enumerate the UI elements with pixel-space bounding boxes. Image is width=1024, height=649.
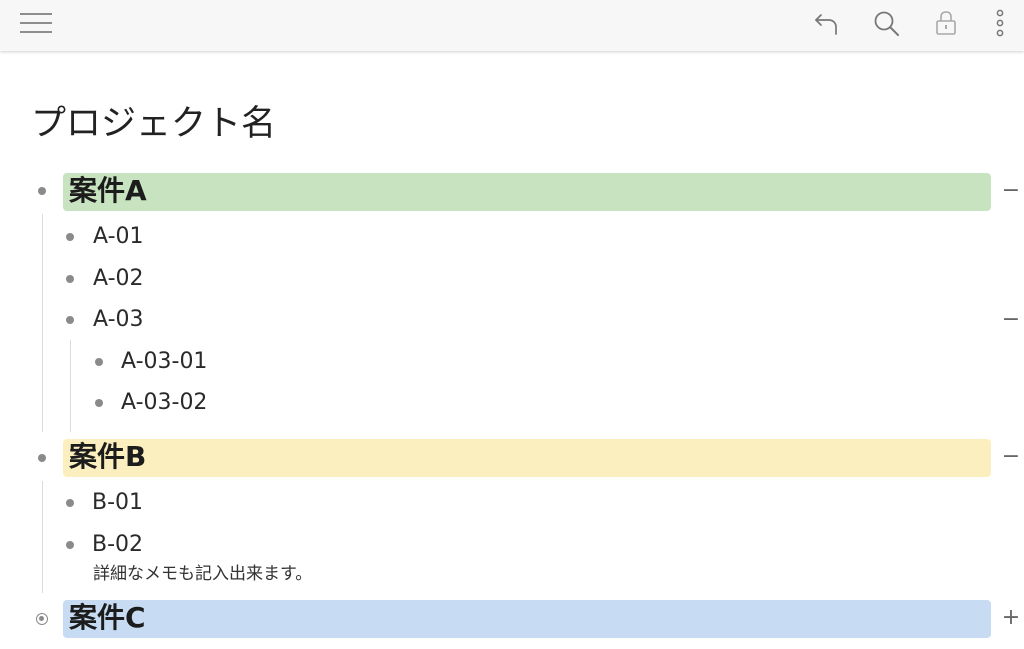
highlight-case-c	[63, 600, 991, 638]
outline-item-b-01[interactable]: B-01	[92, 489, 143, 517]
page-title[interactable]: プロジェクト名	[31, 102, 276, 146]
lock-icon[interactable]	[928, 0, 964, 46]
outline-heading-case-c[interactable]: 案件C	[69, 599, 146, 637]
vertical-dots-icon[interactable]	[986, 0, 1014, 46]
indent-guide-a	[42, 214, 43, 432]
undo-arrow-icon[interactable]	[808, 0, 844, 46]
bullet-case-a[interactable]	[38, 187, 46, 195]
bullet-a-02[interactable]	[66, 275, 74, 283]
search-icon[interactable]	[868, 0, 904, 46]
outline-heading-case-b[interactable]: 案件B	[69, 438, 146, 476]
bullet-a-03-01[interactable]	[95, 358, 103, 366]
collapse-toggle-case-b[interactable]: −	[1000, 446, 1022, 468]
bullet-b-02[interactable]	[66, 541, 74, 549]
expand-toggle-case-c[interactable]: +	[1000, 607, 1022, 629]
collapsed-bullet-case-c[interactable]	[36, 613, 48, 625]
bullet-case-b[interactable]	[38, 454, 46, 462]
outline-item-b-02[interactable]: B-02	[92, 531, 143, 559]
collapse-toggle-case-a[interactable]: −	[1000, 180, 1022, 202]
indent-guide-b	[42, 481, 43, 593]
outline-note-b-02[interactable]: 詳細なメモも記入出来ます。	[93, 563, 312, 585]
top-toolbar	[0, 0, 1024, 51]
highlight-case-a	[63, 173, 991, 211]
outline-item-a-01[interactable]: A-01	[93, 223, 144, 251]
bullet-b-01[interactable]	[66, 499, 74, 507]
bullet-a-03-02[interactable]	[95, 399, 103, 407]
outline-heading-case-a[interactable]: 案件A	[69, 172, 147, 210]
collapse-toggle-a-03[interactable]: −	[1000, 309, 1022, 331]
indent-guide-a03	[70, 340, 71, 432]
hamburger-menu-icon[interactable]	[14, 0, 58, 46]
outline-item-a-02[interactable]: A-02	[93, 265, 144, 293]
outline-item-a-03-01[interactable]: A-03-01	[121, 348, 207, 376]
outline-item-a-03[interactable]: A-03	[93, 306, 144, 334]
bullet-a-01[interactable]	[66, 233, 74, 241]
bullet-a-03[interactable]	[66, 316, 74, 324]
outline-item-a-03-02[interactable]: A-03-02	[121, 389, 207, 417]
highlight-case-b	[63, 439, 991, 477]
